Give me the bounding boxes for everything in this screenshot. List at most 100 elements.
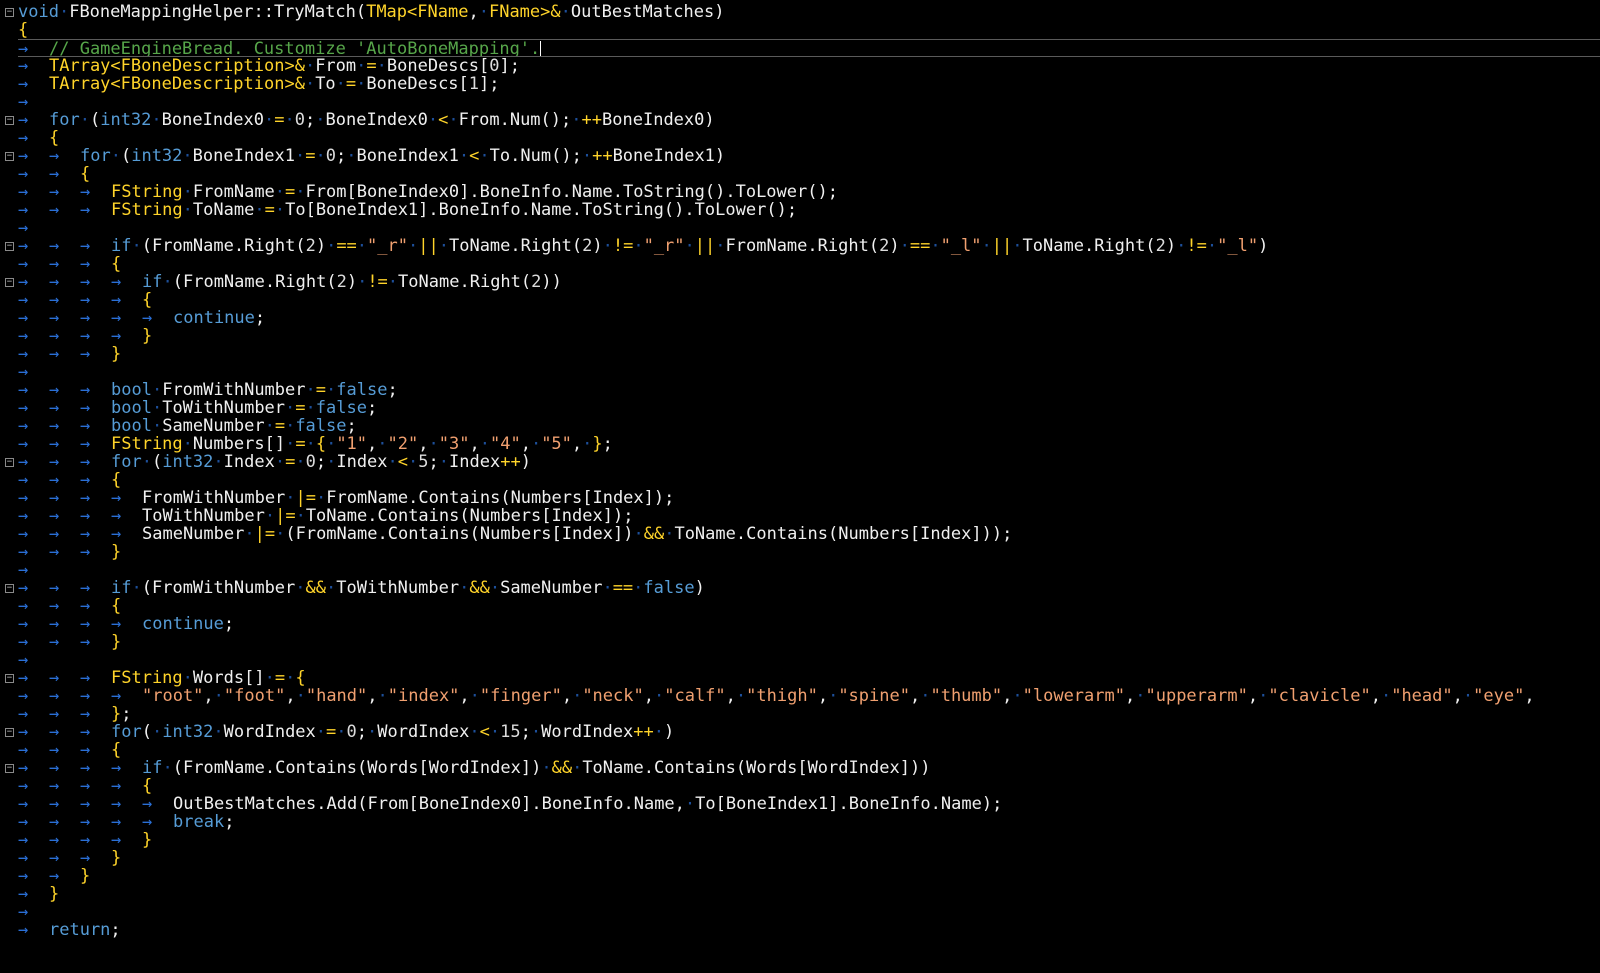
fold-toggle-icon[interactable]: − (5, 151, 14, 161)
code-line[interactable]: → (18, 561, 1600, 579)
tab-marker-icon: → (49, 471, 60, 490)
code-line[interactable]: → → → bool·SameNumber·=·false; (18, 417, 1600, 435)
tab-marker-icon: → (80, 507, 91, 526)
code-line[interactable]: → for·(int32·BoneIndex0·=·0;·BoneIndex0·<… (18, 111, 1600, 129)
fold-toggle-icon[interactable]: − (5, 763, 14, 773)
code-line[interactable]: → → → →{ (18, 777, 1600, 795)
code-line[interactable]: → →{ (18, 165, 1600, 183)
code-line[interactable]: → → → → SameNumber·|=·(FromName.Contains(Num… (18, 525, 1600, 543)
tab-marker-icon: → (18, 633, 29, 652)
code-line[interactable]: → → for·(int32·BoneIndex1·=·0;·BoneIndex1·… (18, 147, 1600, 165)
code-line[interactable]: → → → → continue; (18, 615, 1600, 633)
code-line[interactable]: →} (18, 885, 1600, 903)
code-editor[interactable]: − − − − − − − − − − void·FBoneMappingHelper::TryM… (0, 0, 1600, 973)
code-line[interactable]: → → →{ (18, 597, 1600, 615)
tab-marker-icon: → (80, 201, 91, 220)
code-line[interactable]: → → → →} (18, 831, 1600, 849)
code-line[interactable]: → return; (18, 921, 1600, 939)
code-line[interactable]: → → → FString·Numbers[]·=·{·"1",·"2",·"3",·… (18, 435, 1600, 453)
code-line[interactable]: → → →} (18, 345, 1600, 363)
code-line[interactable]: → → →} (18, 633, 1600, 651)
code-line[interactable]: → → →{ (18, 471, 1600, 489)
code-line[interactable]: →// GameEngineBread. Customize 'AutoBone… (18, 39, 1600, 58)
code-line[interactable]: → → → FString·ToName·=·To[BoneIndex1].BoneI… (18, 201, 1600, 219)
code-line[interactable]: → → → → if·(FromName.Right(2)·!=·ToName.Righ… (18, 273, 1600, 291)
tab-marker-icon: → (18, 921, 29, 940)
code-line[interactable]: →{ (18, 129, 1600, 147)
tab-marker-icon: → (80, 183, 91, 202)
fold-toggle-icon[interactable]: − (5, 241, 14, 251)
code-line[interactable]: → → → → FromWithNumber·|=·FromName.Contains(… (18, 489, 1600, 507)
code-line[interactable]: → → →} (18, 543, 1600, 561)
code-line[interactable]: → (18, 93, 1600, 111)
tab-marker-icon: → (18, 435, 29, 454)
code-line[interactable]: → (18, 363, 1600, 381)
code-line[interactable]: → → → → if·(FromName.Contains(Words[WordInde… (18, 759, 1600, 777)
code-line[interactable]: → → → → → break; (18, 813, 1600, 831)
fold-toggle-icon[interactable]: − (5, 583, 14, 593)
tab-marker-icon: → (18, 507, 29, 526)
tab-marker-icon: → (18, 741, 29, 760)
code-line[interactable]: void·FBoneMappingHelper::TryMatch(TMap<F… (18, 3, 1600, 21)
tab-marker-icon: → (80, 741, 91, 760)
code-line[interactable]: → → → → "root",·"foot",·"hand",·"index",·"fi… (18, 687, 1600, 705)
fold-toggle-icon[interactable]: − (5, 727, 14, 737)
code-line[interactable]: → → → →} (18, 327, 1600, 345)
tab-marker-icon: → (49, 255, 60, 274)
code-line[interactable]: → → → → → continue; (18, 309, 1600, 327)
tab-marker-icon: → (111, 507, 122, 526)
code-line[interactable]: → (18, 903, 1600, 921)
code-line[interactable]: → → →{ (18, 741, 1600, 759)
tab-marker-icon: → (18, 687, 29, 706)
fold-toggle-icon[interactable]: − (5, 277, 14, 287)
code-line[interactable]: → → → if·(FromName.Right(2)·==·"_r"·||·ToNa… (18, 237, 1600, 255)
code-line[interactable]: → → → bool·FromWithNumber·=·false; (18, 381, 1600, 399)
code-line[interactable]: → TArray<FBoneDescription>&·From·=·BoneDe… (18, 57, 1600, 75)
tab-marker-icon: → (18, 273, 29, 292)
tab-marker-icon: → (49, 831, 60, 850)
code-line[interactable]: → → →}; (18, 705, 1600, 723)
tab-marker-icon: → (18, 705, 29, 724)
tab-marker-icon: → (18, 831, 29, 850)
tab-marker-icon: → (49, 147, 60, 166)
tab-marker-icon: → (80, 525, 91, 544)
tab-marker-icon: → (111, 831, 122, 850)
code-line[interactable]: → →} (18, 867, 1600, 885)
code-line[interactable]: → → → bool·ToWithNumber·=·false; (18, 399, 1600, 417)
code-line[interactable]: → → →{ (18, 255, 1600, 273)
code-line[interactable]: → → → → ToWithNumber·|=·ToName.Contains(Numb… (18, 507, 1600, 525)
tab-marker-icon: → (80, 597, 91, 616)
code-line[interactable]: → → → → → OutBestMatches.Add(From[BoneIndex0]… (18, 795, 1600, 813)
code-line[interactable]: { (18, 21, 1600, 39)
tab-marker-icon: → (18, 849, 29, 868)
tab-marker-icon: → (18, 363, 29, 382)
tab-marker-icon: → (18, 777, 29, 796)
tab-marker-icon: → (49, 741, 60, 760)
fold-toggle-icon[interactable]: − (5, 457, 14, 467)
tab-marker-icon: → (49, 399, 60, 418)
code-line[interactable]: → → →} (18, 849, 1600, 867)
code-line[interactable]: → (18, 219, 1600, 237)
tab-marker-icon: → (80, 309, 91, 328)
tab-marker-icon: → (80, 327, 91, 346)
code-line[interactable]: → TArray<FBoneDescription>&·To·=·BoneDesc… (18, 75, 1600, 93)
tab-marker-icon: → (18, 381, 29, 400)
tab-marker-icon: → (18, 345, 29, 364)
fold-toggle-icon[interactable]: − (5, 673, 14, 683)
text-caret (540, 41, 542, 57)
tab-marker-icon: → (111, 327, 122, 346)
code-line[interactable]: → → → if·(FromWithNumber·&&·ToWithNumber·&&… (18, 579, 1600, 597)
tab-marker-icon: → (80, 543, 91, 562)
tab-marker-icon: → (18, 399, 29, 418)
fold-toggle-icon[interactable]: − (5, 7, 14, 17)
code-line[interactable]: → (18, 651, 1600, 669)
code-line[interactable]: → → → for·(int32·Index·=·0;·Index·<·5;·Inde… (18, 453, 1600, 471)
code-line[interactable]: → → → FString·Words[]·=·{ (18, 669, 1600, 687)
tab-marker-icon: → (18, 183, 29, 202)
tab-marker-icon: → (49, 489, 60, 508)
tab-marker-icon: → (49, 237, 60, 256)
fold-toggle-icon[interactable]: − (5, 115, 14, 125)
code-line[interactable]: → → → FString·FromName·=·From[BoneIndex0].B… (18, 183, 1600, 201)
code-line[interactable]: → → → →{ (18, 291, 1600, 309)
code-line[interactable]: → → → for(·int32·WordIndex·=·0;·WordIndex·<… (18, 723, 1600, 741)
